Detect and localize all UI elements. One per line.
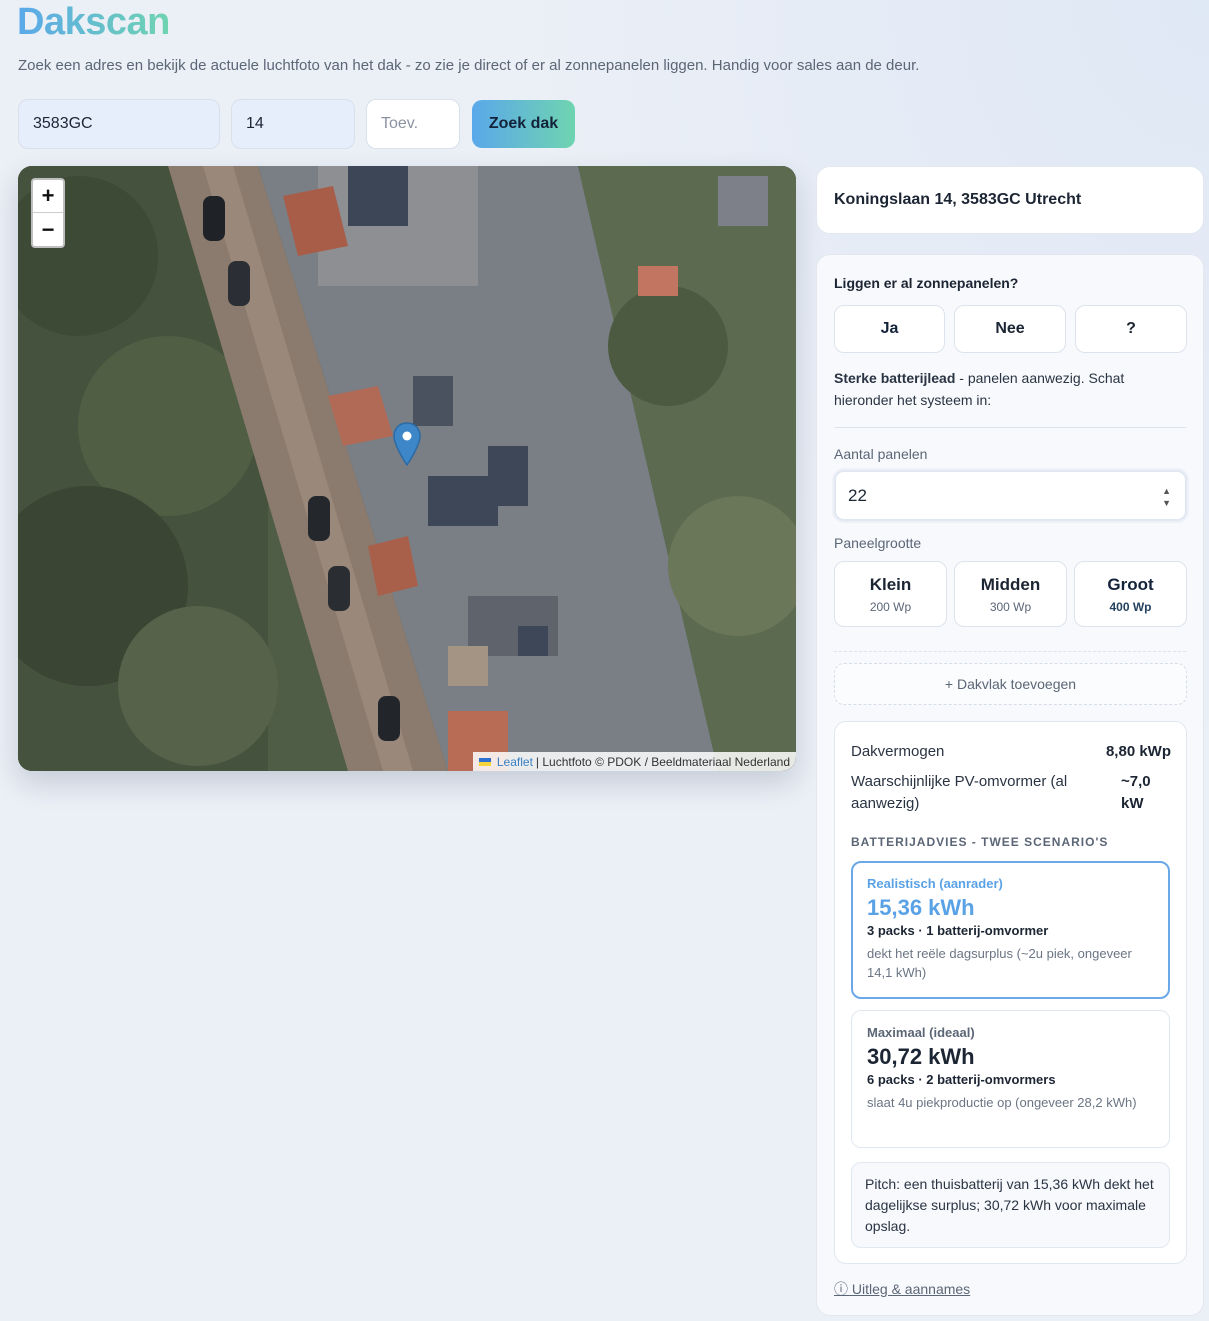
size-klein-button[interactable]: Klein 200 Wp: [834, 561, 947, 627]
choice-unknown-button[interactable]: ?: [1075, 305, 1187, 353]
scenario-desc: slaat 4u piekproductie op (ongeveer 28,2…: [867, 1095, 1137, 1110]
addition-input[interactable]: Toev.: [366, 99, 460, 149]
size-midden-button[interactable]: Midden 300 Wp: [954, 561, 1067, 627]
scenario-desc: dekt het reële dagsurplus (~2u piek, ong…: [867, 946, 1132, 980]
address-card: Koningslaan 14, 3583GC Utrecht: [816, 166, 1204, 234]
size-wp: 200 Wp: [869, 600, 912, 614]
panel-count-label: Aantal panelen: [834, 446, 928, 462]
scenario-name: Maximaal (ideaal): [867, 1025, 975, 1040]
panel-size-label: Paneelgrootte: [834, 535, 922, 551]
map-attribution: Leaflet | Luchtfoto © PDOK / Beeldmateri…: [472, 752, 796, 771]
zoom-out-button[interactable]: −: [33, 213, 63, 246]
leaflet-link[interactable]: Leaflet: [497, 755, 533, 769]
scenario-kwh: 15,36 kWh: [867, 895, 975, 920]
divider: [834, 427, 1186, 428]
aerial-photo: [18, 166, 796, 771]
scenario-packs: 3 packs · 1 batterij-omvormer: [867, 923, 1049, 938]
size-wp: 300 Wp: [989, 600, 1032, 614]
dakvermogen-label: Dakvermogen: [851, 743, 945, 760]
ukraine-flag-icon: [478, 757, 491, 766]
scenario-maximal: Maximaal (ideaal) 30,72 kWh 6 packs · 2 …: [851, 1010, 1170, 1148]
housenumber-input[interactable]: 14: [231, 99, 355, 149]
attribution-text: | Luchtfoto © PDOK / Beeldmateriaal Nede…: [535, 754, 790, 769]
search-roof-button[interactable]: Zoek dak: [472, 100, 575, 148]
app-title: Dakscan: [17, 1, 170, 43]
add-roof-button[interactable]: + Dakvlak toevoegen: [834, 663, 1187, 705]
dakvermogen-row: Dakvermogen 8,80 kWp: [851, 741, 1171, 763]
postcode-input[interactable]: 3583GC: [18, 99, 220, 149]
size-groot-button[interactable]: Groot 400 Wp: [1074, 561, 1187, 627]
scenario-name: Realistisch (aanrader): [867, 876, 1003, 891]
zoom-control: + −: [31, 178, 65, 248]
app-subtitle: Zoek een adres en bekijk de actuele luch…: [18, 57, 920, 74]
aerial-map[interactable]: + − Leaflet | Luchtfoto © PDOK / Beeldma…: [18, 166, 796, 771]
omvormer-label: Waarschijnlijke PV-omvormer (al aanwezig…: [851, 773, 1068, 812]
explanation-link[interactable]: ⓘ Uitleg & aannames: [834, 1279, 970, 1299]
analysis-card: Liggen er al zonnepanelen? Ja Nee ? Ster…: [816, 254, 1204, 1316]
omvormer-row: Waarschijnlijke PV-omvormer (al aanwezig…: [851, 771, 1171, 815]
results-panel: Dakvermogen 8,80 kWp Waarschijnlijke PV-…: [834, 721, 1187, 1264]
zoom-in-button[interactable]: +: [33, 180, 63, 213]
battery-advice-title: BATTERIJADVIES - TWEE SCENARIO'S: [851, 835, 1109, 849]
size-name: Klein: [869, 575, 912, 594]
lead-text: Sterke batterijlead - panelen aanwezig. …: [834, 367, 1174, 411]
panel-count-value: 22: [848, 485, 867, 505]
dakvermogen-value: 8,80 kWp: [1105, 743, 1171, 760]
size-name: Midden: [980, 575, 1041, 594]
scenario-kwh: 30,72 kWh: [867, 1044, 975, 1069]
panels-question: Liggen er al zonnepanelen?: [834, 275, 1019, 291]
address-title: Koningslaan 14, 3583GC Utrecht: [834, 191, 1082, 208]
divider: [834, 651, 1186, 652]
stepper-icon[interactable]: ▲ ▼: [1162, 485, 1171, 509]
pitch-text: Pitch: een thuisbatterij van 15,36 kWh d…: [851, 1162, 1170, 1248]
size-name: Groot: [1107, 575, 1154, 594]
lead-bold: Sterke batterijlead: [834, 370, 956, 386]
scenario-packs: 6 packs · 2 batterij-omvormers: [867, 1072, 1056, 1087]
scenario-realistic: Realistisch (aanrader) 15,36 kWh 3 packs…: [851, 861, 1170, 999]
choice-nee-button[interactable]: Nee: [954, 305, 1066, 353]
map-pin-icon[interactable]: [393, 422, 421, 466]
choice-ja-button[interactable]: Ja: [834, 305, 945, 353]
panel-count-input[interactable]: 22 ▲ ▼: [834, 470, 1187, 521]
omvormer-value: ~7,0 kW: [1121, 773, 1151, 812]
size-wp: 400 Wp: [1109, 600, 1152, 614]
